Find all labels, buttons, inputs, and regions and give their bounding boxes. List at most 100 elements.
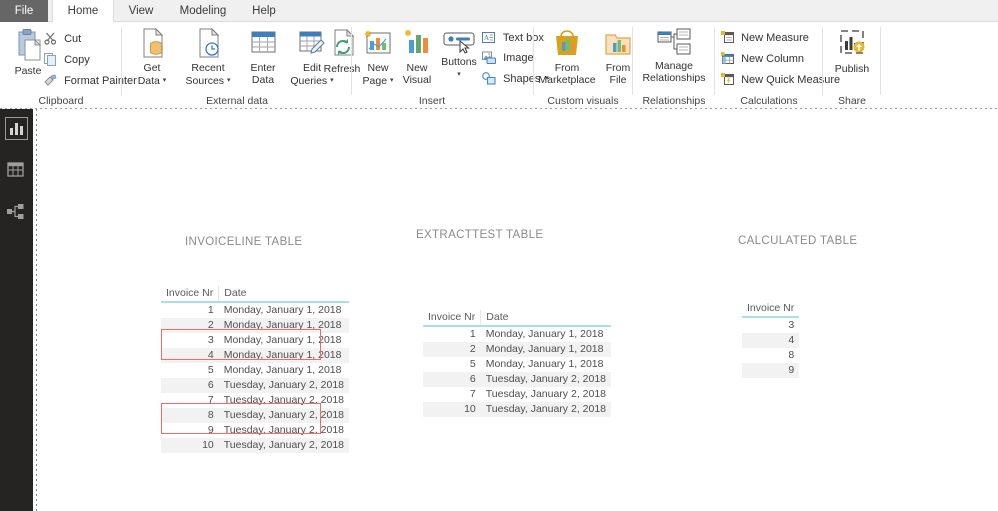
tab-home-label: Home	[67, 5, 99, 17]
get-data-button[interactable]: Get Data ▾	[130, 27, 174, 87]
table-row[interactable]: 7 Tuesday, January 2, 2018	[423, 387, 611, 402]
cell-invoice-nr: 2	[161, 318, 219, 333]
tab-help[interactable]: Help	[242, 0, 286, 22]
ribbon-group-share: Publish Share	[823, 22, 881, 109]
column-header-date[interactable]: Date	[218, 286, 350, 303]
cell-invoice-nr: 4	[742, 333, 800, 348]
table-row[interactable]: 9 Tuesday, January 2, 2018	[161, 423, 349, 438]
manage-relationships-button[interactable]: Manage Relationships	[635, 28, 713, 84]
from-marketplace-label-2: Marketplace	[538, 73, 596, 86]
visual-title-extracttest: EXTRACTTEST TABLE	[416, 229, 544, 241]
ribbon-group-calculations: New Measure New Column New Quick Measure…	[715, 22, 840, 109]
report-canvas[interactable]: INVOICELINE TABLE Invoice Nr Date 1 Mond…	[37, 109, 998, 511]
cell-date: Monday, January 1, 2018	[223, 334, 342, 346]
cell-date: Tuesday, January 2, 2018	[223, 424, 345, 436]
text-box-icon: A	[482, 31, 496, 50]
column-header-date[interactable]: Date	[480, 310, 612, 327]
publish-label: Publish	[834, 63, 870, 75]
new-measure-button[interactable]: New Measure	[721, 30, 809, 47]
group-label-clipboard: Clipboard	[38, 95, 84, 107]
cell-date: Tuesday, January 2, 2018	[218, 408, 350, 423]
buttons-label: Buttons	[441, 56, 477, 68]
buttons-button[interactable]: Buttons ▾	[436, 28, 482, 81]
table-row[interactable]: 1 Monday, January 1, 2018	[423, 326, 611, 342]
table-header-row: Invoice Nr Date	[161, 286, 350, 303]
cell-date: Monday, January 1, 2018	[485, 328, 604, 340]
tab-view-label: View	[128, 5, 154, 17]
chevron-down-icon: ▾	[226, 76, 231, 84]
table-row[interactable]: 2 Monday, January 1, 2018	[423, 342, 612, 357]
new-visual-button[interactable]: New Visual	[397, 28, 437, 86]
table-row[interactable]: 10 Tuesday, January 2, 2018	[161, 438, 350, 453]
table-visual-invoiceline[interactable]: Invoice Nr Date 1 Monday, January 1, 201…	[161, 286, 350, 453]
table-grid-icon	[7, 162, 24, 177]
table-row[interactable]: 7 Tuesday, January 2, 2018	[161, 393, 349, 408]
tab-modeling[interactable]: Modeling	[170, 0, 236, 22]
get-data-label-1: Get	[143, 62, 161, 74]
column-header-invoice-nr[interactable]: Invoice Nr	[161, 286, 220, 303]
table-row[interactable]: 3	[742, 317, 799, 333]
new-page-button[interactable]: New Page ▾	[358, 28, 398, 87]
tab-view[interactable]: View	[118, 0, 164, 22]
cell-invoice-nr: 3	[207, 334, 214, 346]
copy-button[interactable]: Copy	[44, 52, 90, 69]
table-row[interactable]: 8 Tuesday, January 2, 2018	[161, 408, 350, 423]
tab-help-label: Help	[252, 5, 276, 17]
new-visual-label-2: Visual	[402, 73, 432, 86]
table-row[interactable]: 4 Monday, January 1, 2018	[161, 348, 350, 363]
copy-label: Copy	[64, 54, 90, 66]
table-row[interactable]: 4	[742, 333, 800, 348]
tab-file-label: File	[14, 5, 34, 17]
table-visual-extracttest[interactable]: Invoice Nr Date 1 Monday, January 1, 201…	[423, 310, 612, 417]
table-row[interactable]: 1 Monday, January 1, 2018	[161, 302, 349, 318]
table-header-row: Invoice Nr	[742, 301, 800, 318]
tab-home[interactable]: Home	[52, 0, 114, 23]
visual-title-invoiceline: INVOICELINE TABLE	[185, 236, 303, 248]
table-grid: Invoice Nr Date 1 Monday, January 1, 201…	[423, 310, 612, 417]
column-header-invoice-nr[interactable]: Invoice Nr	[423, 310, 482, 327]
table-row[interactable]: 10 Tuesday, January 2, 2018	[423, 402, 612, 417]
tab-file[interactable]: File	[0, 0, 48, 22]
table-row[interactable]: 3 Monday, January 1, 2018	[161, 333, 349, 348]
cell-invoice-nr: 3	[788, 319, 795, 331]
recent-sources-button[interactable]: Recent Sources ▾	[180, 27, 236, 87]
column-header-invoice-nr[interactable]: Invoice Nr	[742, 301, 800, 318]
new-measure-icon	[721, 31, 734, 50]
svg-text:A: A	[484, 34, 489, 42]
group-label-custom-visuals: Custom visuals	[547, 95, 619, 107]
recent-sources-label-1: Recent	[191, 62, 225, 74]
enter-data-label-2: Data	[251, 73, 275, 86]
group-label-calculations: Calculations	[740, 95, 798, 107]
table-row[interactable]: 6 Tuesday, January 2, 2018	[161, 378, 350, 393]
new-visual-label-1: New	[406, 62, 428, 74]
new-column-button[interactable]: New Column	[721, 51, 804, 68]
publish-button[interactable]: Publish	[828, 28, 876, 76]
table-row[interactable]: 8	[742, 348, 799, 363]
table-row[interactable]: 6 Tuesday, January 2, 2018	[423, 372, 612, 387]
cut-button[interactable]: Cut	[44, 31, 81, 48]
cell-date: Tuesday, January 2, 2018	[480, 372, 612, 387]
cell-date: Monday, January 1, 2018	[223, 304, 342, 316]
table-row[interactable]: 5 Monday, January 1, 2018	[161, 363, 349, 378]
new-page-label-2: Page ▾	[362, 74, 394, 87]
table-row[interactable]: 5 Monday, January 1, 2018	[423, 357, 611, 372]
view-switcher-sidebar	[0, 109, 33, 511]
chevron-down-icon: ▾	[389, 76, 394, 84]
group-label-relationships: Relationships	[642, 95, 706, 107]
bar-chart-icon	[10, 123, 23, 135]
edit-queries-label-2: Queries ▾	[290, 74, 334, 87]
image-button[interactable]: Image	[482, 50, 534, 67]
enter-data-button[interactable]: Enter Data	[242, 28, 284, 86]
sidebar-item-report-view[interactable]	[5, 117, 28, 140]
marketplace-bag-icon	[537, 28, 597, 63]
table-row[interactable]: 9	[742, 363, 800, 378]
ribbon-group-custom-visuals: From Marketplace From File Custom visual…	[533, 22, 633, 109]
from-marketplace-button[interactable]: From Marketplace	[537, 28, 597, 86]
chevron-down-icon: ▾	[457, 70, 461, 78]
table-row[interactable]: 2 Monday, January 1, 2018	[161, 318, 350, 333]
sidebar-item-model-view[interactable]	[5, 201, 28, 224]
manage-relationships-icon	[635, 28, 713, 61]
sidebar-item-data-view[interactable]	[5, 159, 28, 182]
table-visual-calculated[interactable]: Invoice Nr 3 4 8 9	[742, 301, 800, 378]
cell-date: Monday, January 1, 2018	[480, 342, 612, 357]
